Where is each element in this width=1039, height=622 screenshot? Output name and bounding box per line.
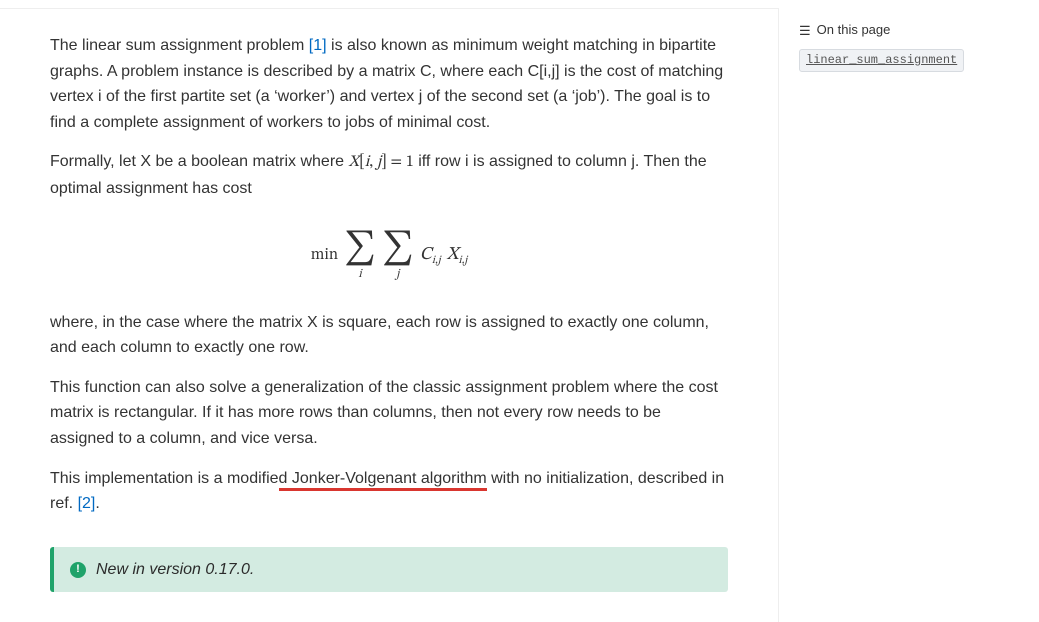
notes-paragraph-1: The linear sum assignment problem [1] is… — [50, 33, 728, 135]
math-var-x: X — [349, 154, 360, 170]
text: Formally, let X be a boolean matrix wher… — [50, 153, 349, 170]
notes-paragraph-4: This function can also solve a generaliz… — [50, 375, 728, 452]
math-x: X — [447, 246, 459, 264]
math-sub-ij: i,j — [432, 255, 441, 266]
toc-link-linear-sum-assignment[interactable]: linear_sum_assignment — [799, 49, 964, 72]
math-sum-i: ∑ i — [344, 232, 376, 280]
math-eq-one: = 1 — [387, 154, 414, 170]
reference-link-1[interactable]: [1] — [309, 37, 327, 54]
math-c: C — [420, 246, 432, 264]
toc-heading: ☰ On this page — [799, 20, 1025, 41]
toc-title-text: On this page — [817, 20, 891, 41]
version-added-admonition: ! New in version 0.17.0. — [50, 547, 728, 593]
math-sub-i: i — [358, 268, 361, 280]
math-term-c: Ci,j — [420, 241, 441, 270]
math-sub-j: j — [396, 268, 399, 280]
sigma-icon: ∑ — [382, 232, 414, 266]
notes-paragraph-3: where, in the case where the matrix X is… — [50, 310, 728, 361]
admonition-text: New in version 0.17.0. — [96, 557, 254, 583]
sigma-icon: ∑ — [344, 232, 376, 266]
notes-paragraph-2: Formally, let X be a boolean matrix wher… — [50, 149, 728, 201]
reference-link-2[interactable]: [2] — [78, 495, 96, 512]
text: The linear sum assignment problem — [50, 37, 309, 54]
math-sum-j: ∑ j — [382, 232, 414, 280]
notes-paragraph-5: This implementation is a modified Jonker… — [50, 466, 728, 517]
math-comma: , — [369, 154, 377, 170]
list-icon: ☰ — [799, 24, 811, 37]
main-content: The linear sum assignment problem [1] is… — [0, 8, 779, 622]
equation-block: min ∑ i ∑ j Ci,j Xi,j — [50, 232, 728, 280]
on-this-page-sidebar: ☰ On this page linear_sum_assignment — [779, 0, 1039, 622]
highlighted-phrase: d Jonker-Volgenant algorithm — [279, 470, 487, 491]
math-min: min — [311, 243, 338, 269]
math-term-x: Xi,j — [447, 241, 468, 270]
math-sub-ij: i,j — [459, 255, 468, 266]
info-icon: ! — [70, 562, 86, 578]
text: This implementation is a modifie — [50, 470, 279, 487]
text: . — [95, 495, 99, 512]
